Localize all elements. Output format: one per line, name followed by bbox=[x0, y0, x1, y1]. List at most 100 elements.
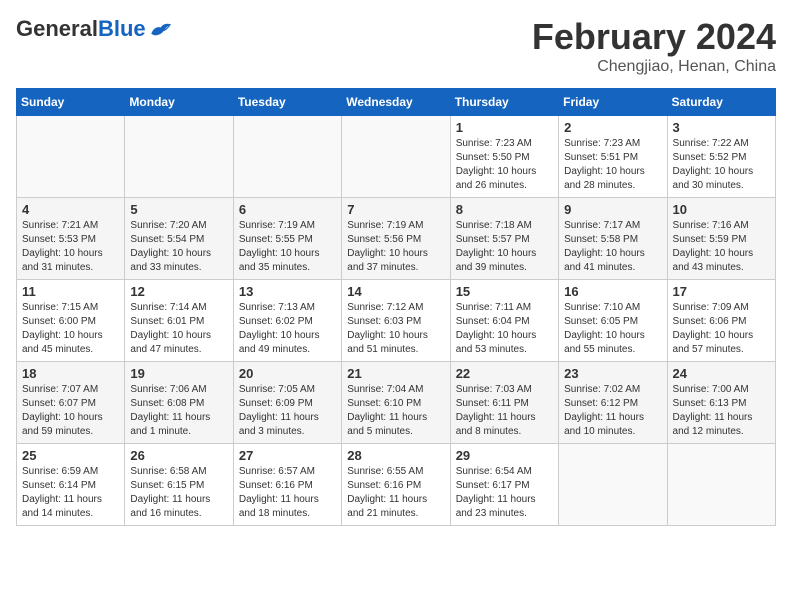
calendar-cell: 15 Sunrise: 7:11 AM Sunset: 6:04 PM Dayli… bbox=[450, 280, 558, 362]
logo: GeneralBlue bbox=[16, 16, 172, 42]
calendar-cell: 12Sunrise: 7:14 AM Sunset: 6:01 PM Dayli… bbox=[125, 280, 233, 362]
calendar-header: SundayMondayTuesdayWednesdayThursdayFrid… bbox=[17, 89, 776, 116]
calendar-cell: 19Sunrise: 7:06 AM Sunset: 6:08 PM Dayli… bbox=[125, 362, 233, 444]
day-info: Sunrise: 7:11 AM Sunset: 6:04 PM Dayligh… bbox=[456, 301, 553, 357]
calendar-cell bbox=[233, 116, 341, 198]
day-number: 25 bbox=[22, 448, 119, 463]
header-monday: Monday bbox=[125, 89, 233, 116]
calendar-cell: 14 Sunrise: 7:12 AM Sunset: 6:03 PM Dayli… bbox=[342, 280, 450, 362]
day-number: 14 bbox=[347, 284, 444, 299]
header-row: SundayMondayTuesdayWednesdayThursdayFrid… bbox=[17, 89, 776, 116]
day-number: 24 bbox=[673, 366, 770, 381]
day-info: Sunrise: 7:05 AM Sunset: 6:09 PM Dayligh… bbox=[239, 383, 336, 439]
calendar-cell: 7Sunrise: 7:19 AM Sunset: 5:56 PM Daylig… bbox=[342, 198, 450, 280]
header-saturday: Saturday bbox=[667, 89, 775, 116]
day-number: 26 bbox=[130, 448, 227, 463]
day-number: 23 bbox=[564, 366, 661, 381]
day-number: 22 bbox=[456, 366, 553, 381]
calendar-cell: 6 Sunrise: 7:19 AM Sunset: 5:55 PM Daylig… bbox=[233, 198, 341, 280]
day-info: Sunrise: 7:21 AM Sunset: 5:53 PM Dayligh… bbox=[22, 219, 119, 275]
day-number: 20 bbox=[239, 366, 336, 381]
day-info: Sunrise: 7:17 AM Sunset: 5:58 PM Dayligh… bbox=[564, 219, 661, 275]
calendar-cell: 2 Sunrise: 7:23 AM Sunset: 5:51 PM Daylig… bbox=[559, 116, 667, 198]
header-tuesday: Tuesday bbox=[233, 89, 341, 116]
calendar-cell bbox=[342, 116, 450, 198]
calendar-cell: 5 Sunrise: 7:20 AM Sunset: 5:54 PM Daylig… bbox=[125, 198, 233, 280]
day-info: Sunrise: 6:57 AM Sunset: 6:16 PM Dayligh… bbox=[239, 465, 336, 521]
day-number: 10 bbox=[673, 202, 770, 217]
header-friday: Friday bbox=[559, 89, 667, 116]
calendar-cell: 23 Sunrise: 7:02 AM Sunset: 6:12 PM Dayli… bbox=[559, 362, 667, 444]
calendar-cell: 16Sunrise: 7:10 AM Sunset: 6:05 PM Dayli… bbox=[559, 280, 667, 362]
week-row-1: 4 Sunrise: 7:21 AM Sunset: 5:53 PM Daylig… bbox=[17, 198, 776, 280]
day-number: 3 bbox=[673, 120, 770, 135]
day-info: Sunrise: 7:03 AM Sunset: 6:11 PM Dayligh… bbox=[456, 383, 553, 439]
day-info: Sunrise: 7:20 AM Sunset: 5:54 PM Dayligh… bbox=[130, 219, 227, 275]
day-number: 28 bbox=[347, 448, 444, 463]
day-info: Sunrise: 7:19 AM Sunset: 5:55 PM Dayligh… bbox=[239, 219, 336, 275]
day-info: Sunrise: 7:19 AM Sunset: 5:56 PM Dayligh… bbox=[347, 219, 444, 275]
day-info: Sunrise: 7:07 AM Sunset: 6:07 PM Dayligh… bbox=[22, 383, 119, 439]
week-row-4: 25 Sunrise: 6:59 AM Sunset: 6:14 PM Dayli… bbox=[17, 444, 776, 526]
day-info: Sunrise: 6:55 AM Sunset: 6:16 PM Dayligh… bbox=[347, 465, 444, 521]
month-title: February 2024 bbox=[532, 16, 776, 58]
calendar-cell: 29 Sunrise: 6:54 AM Sunset: 6:17 PM Dayli… bbox=[450, 444, 558, 526]
calendar-cell: 1Sunrise: 7:23 AM Sunset: 5:50 PM Daylig… bbox=[450, 116, 558, 198]
day-info: Sunrise: 7:18 AM Sunset: 5:57 PM Dayligh… bbox=[456, 219, 553, 275]
calendar-cell bbox=[17, 116, 125, 198]
day-info: Sunrise: 7:23 AM Sunset: 5:50 PM Dayligh… bbox=[456, 137, 553, 193]
calendar-cell bbox=[667, 444, 775, 526]
day-info: Sunrise: 6:54 AM Sunset: 6:17 PM Dayligh… bbox=[456, 465, 553, 521]
day-number: 12 bbox=[130, 284, 227, 299]
day-info: Sunrise: 6:58 AM Sunset: 6:15 PM Dayligh… bbox=[130, 465, 227, 521]
calendar-cell: 11 Sunrise: 7:15 AM Sunset: 6:00 PM Dayli… bbox=[17, 280, 125, 362]
header-sunday: Sunday bbox=[17, 89, 125, 116]
calendar-cell: 17Sunrise: 7:09 AM Sunset: 6:06 PM Dayli… bbox=[667, 280, 775, 362]
calendar-cell: 26 Sunrise: 6:58 AM Sunset: 6:15 PM Dayli… bbox=[125, 444, 233, 526]
calendar-cell: 24 Sunrise: 7:00 AM Sunset: 6:13 PM Dayli… bbox=[667, 362, 775, 444]
calendar-cell: 4 Sunrise: 7:21 AM Sunset: 5:53 PM Daylig… bbox=[17, 198, 125, 280]
calendar-cell bbox=[125, 116, 233, 198]
day-number: 13 bbox=[239, 284, 336, 299]
logo-general: General bbox=[16, 16, 98, 42]
day-info: Sunrise: 7:06 AM Sunset: 6:08 PM Dayligh… bbox=[130, 383, 227, 439]
day-info: Sunrise: 7:15 AM Sunset: 6:00 PM Dayligh… bbox=[22, 301, 119, 357]
day-number: 9 bbox=[564, 202, 661, 217]
calendar-cell: 10 Sunrise: 7:16 AM Sunset: 5:59 PM Dayli… bbox=[667, 198, 775, 280]
calendar-cell: 8 Sunrise: 7:18 AM Sunset: 5:57 PM Daylig… bbox=[450, 198, 558, 280]
day-info: Sunrise: 7:02 AM Sunset: 6:12 PM Dayligh… bbox=[564, 383, 661, 439]
calendar-cell: 18Sunrise: 7:07 AM Sunset: 6:07 PM Dayli… bbox=[17, 362, 125, 444]
day-info: Sunrise: 7:00 AM Sunset: 6:13 PM Dayligh… bbox=[673, 383, 770, 439]
header-thursday: Thursday bbox=[450, 89, 558, 116]
week-row-0: 1Sunrise: 7:23 AM Sunset: 5:50 PM Daylig… bbox=[17, 116, 776, 198]
day-number: 4 bbox=[22, 202, 119, 217]
day-info: Sunrise: 7:16 AM Sunset: 5:59 PM Dayligh… bbox=[673, 219, 770, 275]
day-number: 2 bbox=[564, 120, 661, 135]
week-row-3: 18Sunrise: 7:07 AM Sunset: 6:07 PM Dayli… bbox=[17, 362, 776, 444]
day-number: 27 bbox=[239, 448, 336, 463]
day-info: Sunrise: 7:09 AM Sunset: 6:06 PM Dayligh… bbox=[673, 301, 770, 357]
calendar-cell: 27 Sunrise: 6:57 AM Sunset: 6:16 PM Dayli… bbox=[233, 444, 341, 526]
day-info: Sunrise: 7:22 AM Sunset: 5:52 PM Dayligh… bbox=[673, 137, 770, 193]
day-info: Sunrise: 7:12 AM Sunset: 6:03 PM Dayligh… bbox=[347, 301, 444, 357]
day-info: Sunrise: 7:23 AM Sunset: 5:51 PM Dayligh… bbox=[564, 137, 661, 193]
title-block: February 2024 Chengjiao, Henan, China bbox=[532, 16, 776, 76]
day-number: 29 bbox=[456, 448, 553, 463]
day-number: 6 bbox=[239, 202, 336, 217]
logo-blue: Blue bbox=[98, 16, 146, 42]
calendar-cell: 22 Sunrise: 7:03 AM Sunset: 6:11 PM Dayli… bbox=[450, 362, 558, 444]
day-info: Sunrise: 7:13 AM Sunset: 6:02 PM Dayligh… bbox=[239, 301, 336, 357]
day-number: 5 bbox=[130, 202, 227, 217]
location: Chengjiao, Henan, China bbox=[532, 58, 776, 76]
day-info: Sunrise: 7:04 AM Sunset: 6:10 PM Dayligh… bbox=[347, 383, 444, 439]
day-number: 8 bbox=[456, 202, 553, 217]
calendar-cell: 20 Sunrise: 7:05 AM Sunset: 6:09 PM Dayli… bbox=[233, 362, 341, 444]
calendar-table: SundayMondayTuesdayWednesdayThursdayFrid… bbox=[16, 88, 776, 526]
header-wednesday: Wednesday bbox=[342, 89, 450, 116]
calendar-cell: 28 Sunrise: 6:55 AM Sunset: 6:16 PM Dayli… bbox=[342, 444, 450, 526]
day-info: Sunrise: 6:59 AM Sunset: 6:14 PM Dayligh… bbox=[22, 465, 119, 521]
day-number: 11 bbox=[22, 284, 119, 299]
calendar-cell: 25 Sunrise: 6:59 AM Sunset: 6:14 PM Dayli… bbox=[17, 444, 125, 526]
day-info: Sunrise: 7:10 AM Sunset: 6:05 PM Dayligh… bbox=[564, 301, 661, 357]
day-number: 15 bbox=[456, 284, 553, 299]
